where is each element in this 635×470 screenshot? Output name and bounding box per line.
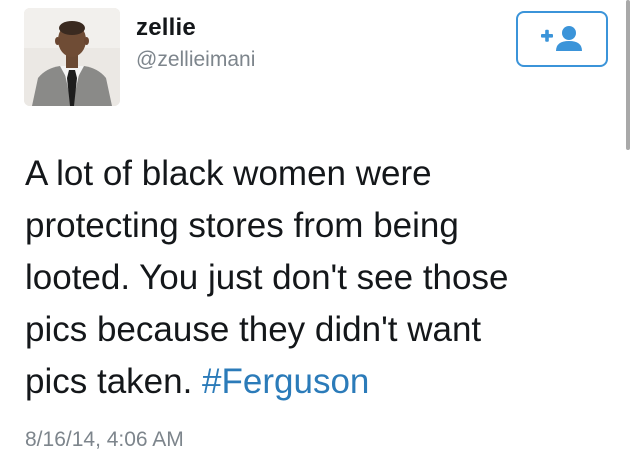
display-name[interactable]: zellie: [136, 14, 196, 42]
tweet-text-line: pics because they didn't want: [25, 310, 482, 349]
tweet-card: zellie @zellieimani A lot of black women…: [0, 0, 635, 470]
tweet-text-line: pics taken.: [25, 362, 203, 401]
timestamp[interactable]: 8/16/14, 4:06 AM: [25, 428, 184, 452]
avatar[interactable]: [24, 8, 120, 106]
scroll-indicator[interactable]: [626, 0, 630, 150]
tweet-text-line: looted. You just don't see those: [25, 258, 509, 297]
hashtag-link[interactable]: #Ferguson: [202, 362, 369, 401]
avatar-photo: [24, 8, 120, 106]
tweet-text: A lot of black women were protecting stor…: [25, 148, 615, 408]
tweet-text-line: A lot of black women were: [25, 154, 432, 193]
add-user-icon: [541, 26, 582, 51]
handle[interactable]: @zellieimani: [136, 48, 255, 72]
follow-button[interactable]: [516, 11, 608, 67]
tweet-text-line: protecting stores from being: [25, 206, 459, 245]
